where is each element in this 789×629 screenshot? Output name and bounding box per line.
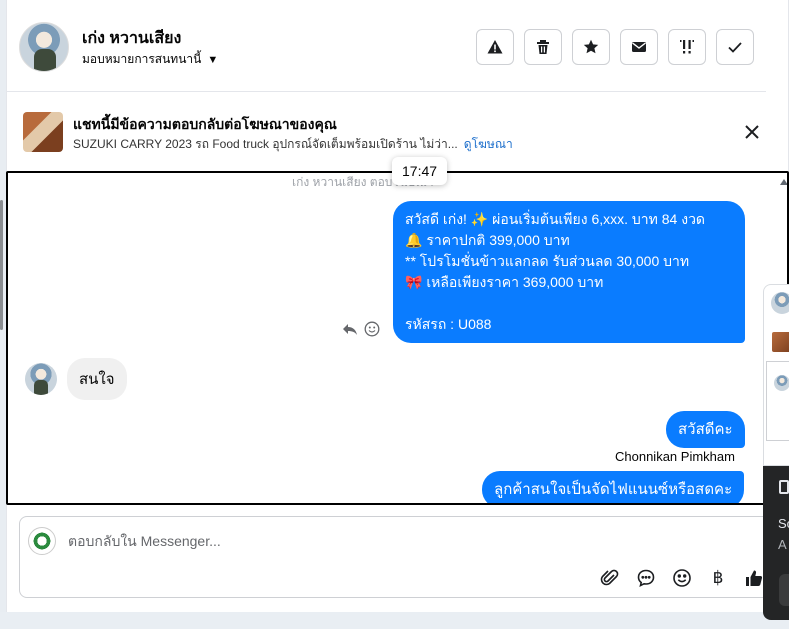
assign-label: มอบหมายการสนทนานี้ — [82, 52, 202, 66]
message-line: รหัสรถ : U088 — [405, 316, 492, 332]
view-ad-link[interactable]: ดูโฆษณา — [464, 137, 513, 151]
side-avatar-small — [774, 375, 789, 391]
side-dark-line-1: So — [778, 516, 789, 531]
side-avatar — [771, 292, 789, 314]
left-scrollbar[interactable] — [0, 200, 3, 330]
bottom-strip — [0, 612, 789, 629]
header-toolbar — [476, 29, 754, 65]
follow-up-button[interactable] — [668, 29, 706, 65]
assign-conversation-dropdown[interactable]: มอบหมายการสนทนานี้ ▼ — [82, 50, 218, 69]
ad-reply-banner: แชทนี้มีข้อความตอบกลับต่อโฆษณาของคุณ SUZ… — [6, 106, 766, 156]
message-line — [405, 293, 733, 314]
chat-bubble-icon — [637, 569, 655, 587]
paperclip-icon — [600, 569, 619, 586]
document-icon — [779, 480, 789, 494]
side-dark-button[interactable] — [779, 574, 789, 606]
conversation-header: เก่ง หวานเสียง มอบหมายการสนทนานี้ ▼ — [6, 0, 766, 92]
emoji-button[interactable] — [671, 567, 693, 589]
side-dark-line-2: A — [778, 537, 787, 552]
smiley-icon — [673, 569, 691, 587]
scroll-up-arrow[interactable] — [780, 179, 787, 185]
side-preview-box — [766, 361, 789, 441]
reply-icon[interactable] — [342, 321, 358, 337]
caret-down-icon: ▼ — [207, 53, 219, 66]
ad-banner-title: แชทนี้มีข้อความตอบกลับต่อโฆษณาของคุณ — [73, 116, 337, 132]
mail-icon — [632, 42, 646, 52]
thumbs-up-icon — [746, 570, 763, 586]
warning-icon — [487, 40, 503, 54]
delete-button[interactable] — [524, 29, 562, 65]
contact-name[interactable]: เก่ง หวานเสียง — [82, 26, 181, 51]
ad-banner-description: SUZUKI CARRY 2023 รถ Food truck อุปกรณ์จ… — [73, 135, 513, 154]
outgoing-message-offer[interactable]: สวัสดี เก่ง! ✨ ผ่อนเริ่มต้นเพียง 6,xxx. … — [393, 201, 745, 343]
star-icon — [583, 39, 599, 54]
ad-description-text: SUZUKI CARRY 2023 รถ Food truck อุปกรณ์จ… — [73, 137, 458, 151]
star-button[interactable] — [572, 29, 610, 65]
side-dark-panel[interactable]: So A — [763, 466, 789, 620]
page-avatar — [28, 527, 56, 555]
close-icon — [745, 125, 759, 139]
message-line: 🔔 ราคาปกติ 399,000 บาท — [405, 232, 570, 248]
trash-icon — [537, 40, 549, 54]
outgoing-message-question[interactable]: ลูกค้าสนใจเป็นจัดไฟแนนซ์หรือสดคะ — [482, 471, 745, 503]
composer-toolbar: ฿ — [599, 567, 765, 589]
attach-button[interactable] — [599, 567, 621, 589]
outgoing-message-greeting[interactable]: สวัสดีคะ — [666, 411, 745, 448]
contact-avatar-small[interactable] — [25, 363, 57, 395]
message-thread: เก่ง หวานเสียง ตอบโฆษณา สวัสดี เก่ง! ✨ ผ… — [6, 171, 789, 505]
message-line: ** โปรโมชั่นข้าวแลกลด รับส่วนลด 30,000 บ… — [405, 253, 690, 269]
payment-button[interactable]: ฿ — [707, 567, 729, 589]
reply-composer: ฿ — [19, 516, 779, 598]
sender-name: Chonnikan Pimkham — [615, 449, 735, 464]
report-button[interactable] — [476, 29, 514, 65]
message-line: 🎀 เหลือเพียงราคา 369,000 บาท — [405, 274, 604, 290]
contact-avatar[interactable] — [19, 22, 69, 72]
emoji-reaction-icon[interactable] — [364, 321, 380, 337]
like-button[interactable] — [743, 567, 765, 589]
close-banner-button[interactable] — [742, 122, 762, 142]
follow-up-icon — [680, 40, 694, 54]
message-line: สวัสดี เก่ง! ✨ ผ่อนเริ่มต้นเพียง 6,xxx. … — [405, 211, 706, 227]
mark-unread-button[interactable] — [620, 29, 658, 65]
reply-input[interactable] — [68, 533, 668, 549]
ad-thumbnail[interactable] — [23, 112, 63, 152]
mark-done-button[interactable] — [716, 29, 754, 65]
saved-replies-button[interactable] — [635, 567, 657, 589]
timestamp-tooltip: 17:47 — [392, 157, 448, 185]
side-ad-thumbnail — [772, 332, 789, 352]
message-actions — [342, 321, 380, 337]
incoming-message[interactable]: สนใจ — [67, 358, 127, 400]
check-icon — [728, 42, 742, 53]
side-chat-popup[interactable] — [763, 284, 789, 466]
